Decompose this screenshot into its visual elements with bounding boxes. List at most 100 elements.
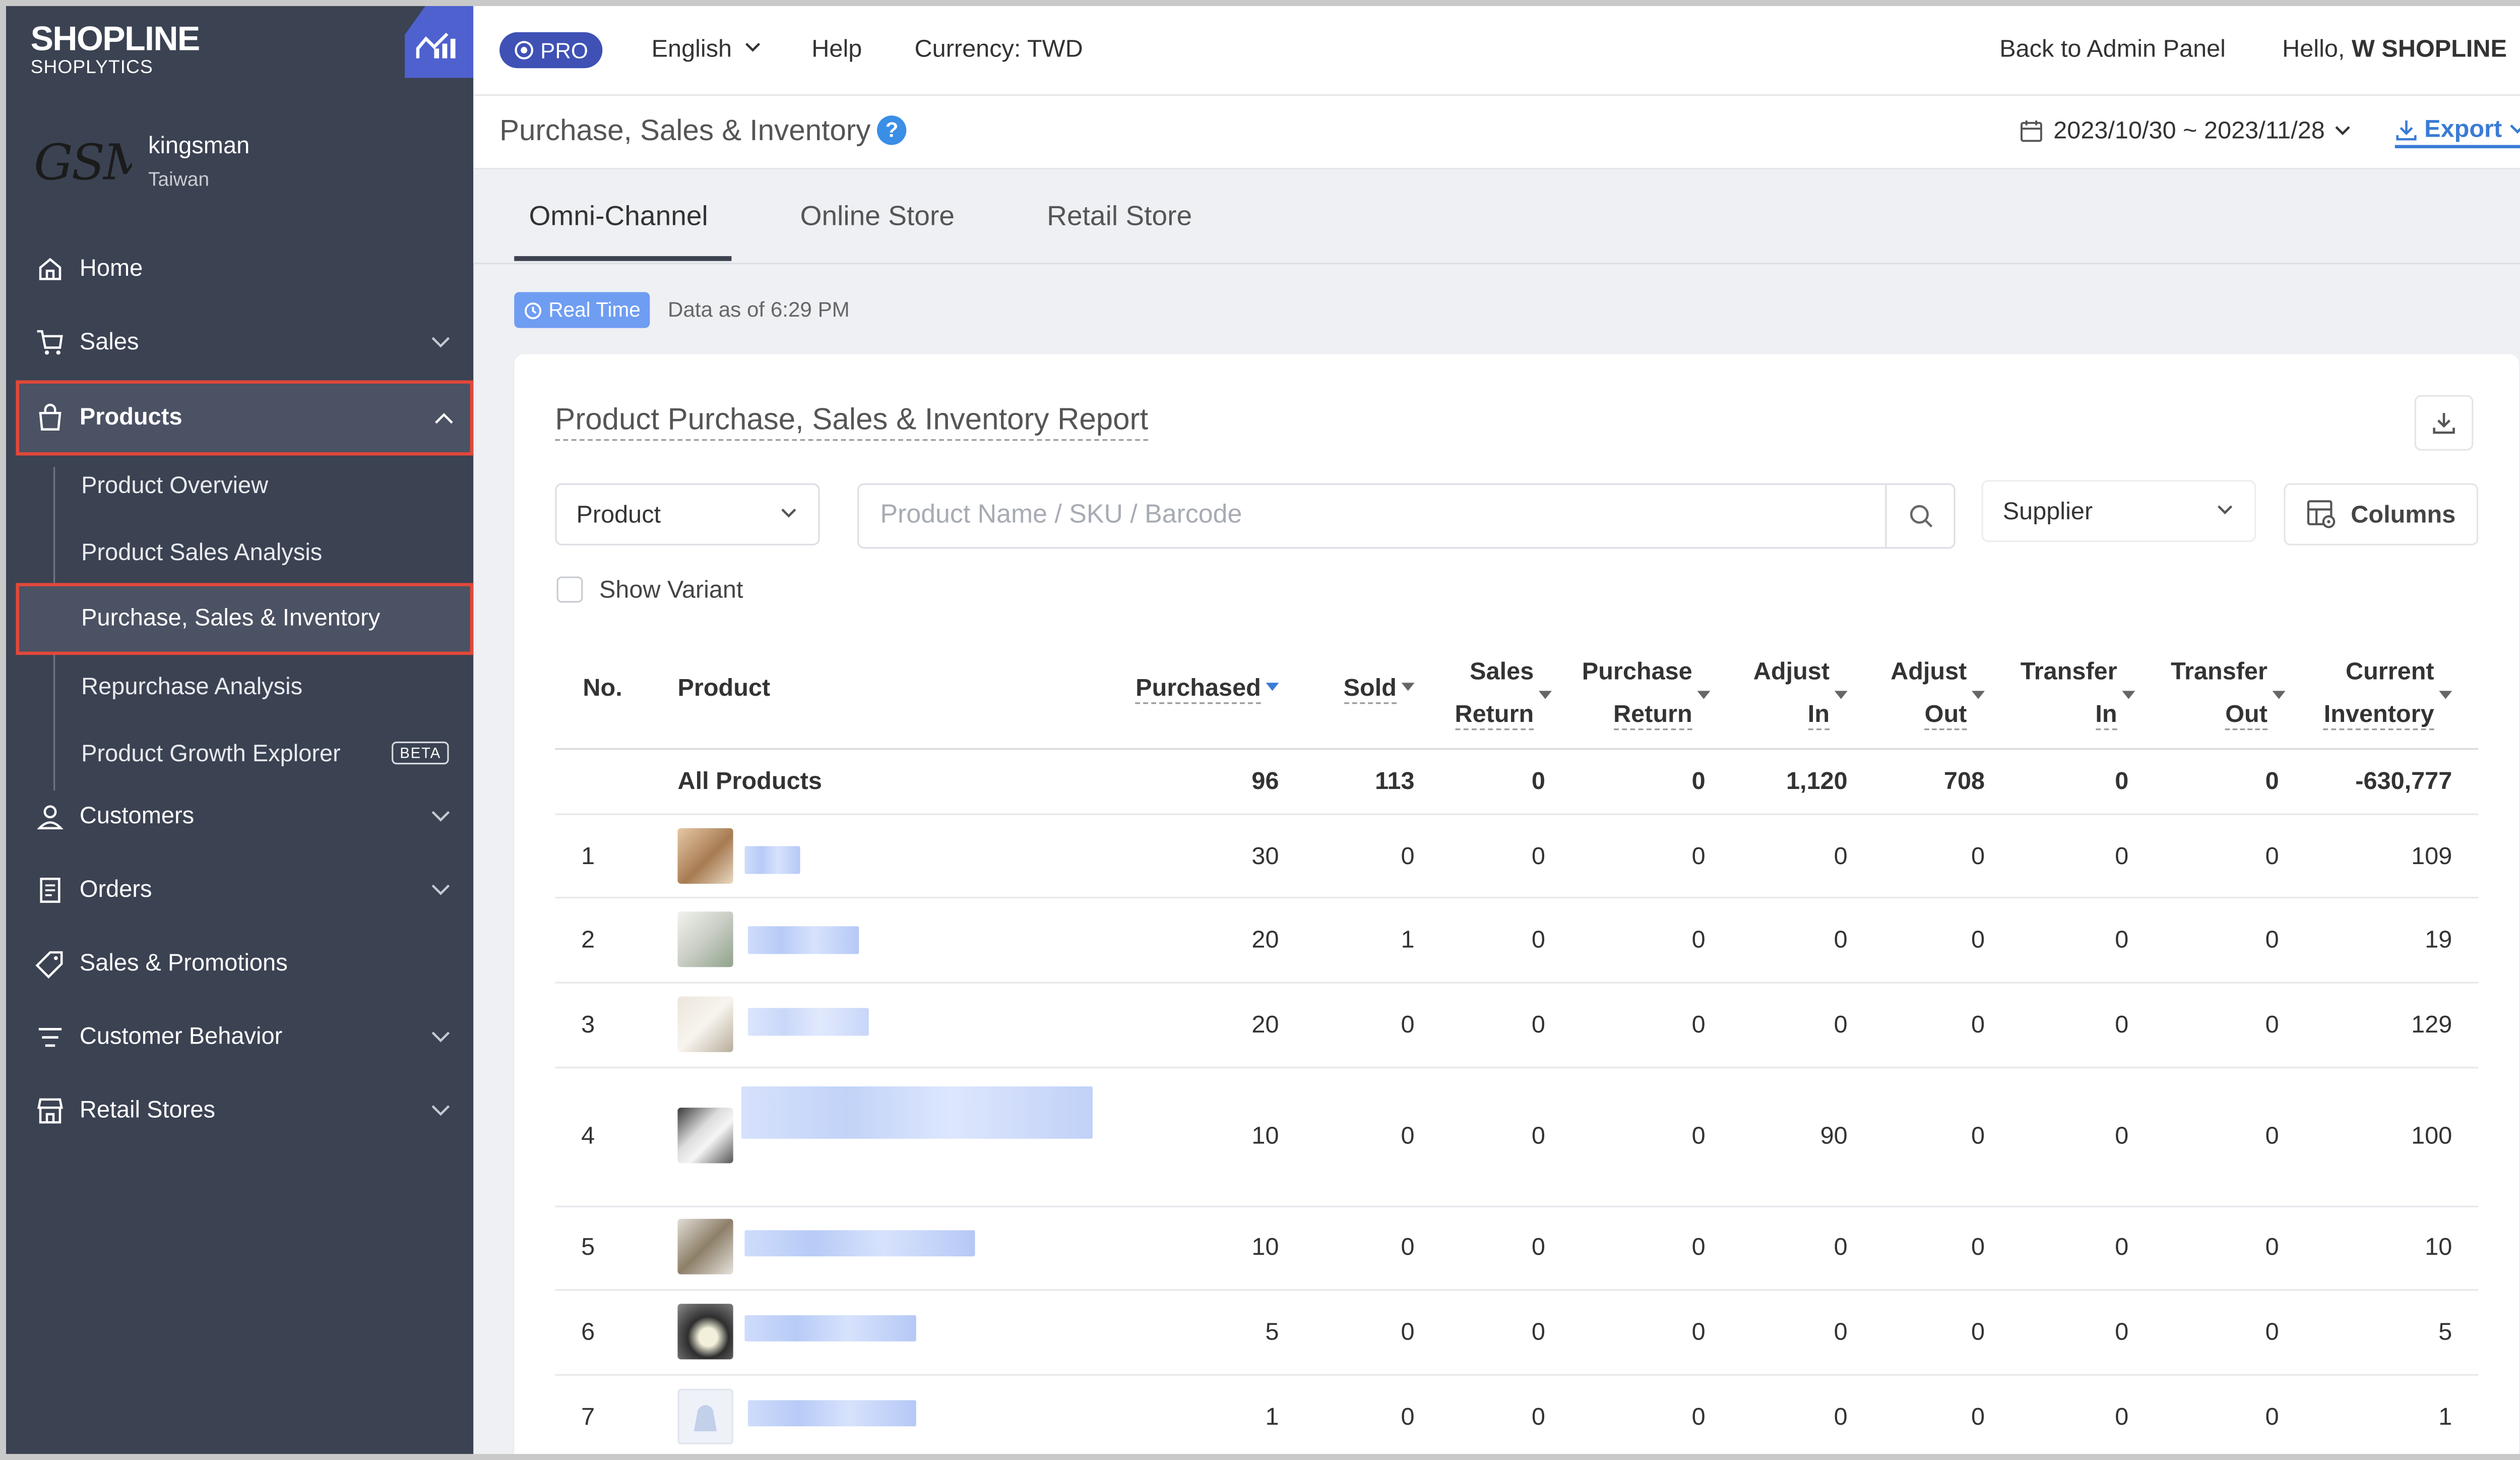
sold-value: 0 — [1401, 1403, 1415, 1432]
sidebar-item-customers[interactable]: Customers — [13, 781, 473, 853]
product-name-redacted[interactable] — [747, 1400, 916, 1427]
report-card: Product Purchase, Sales & Inventory Repo… — [514, 354, 2519, 1454]
row-divider — [555, 813, 2479, 815]
total-adjust-out: 708 — [1943, 767, 1985, 796]
col-header-label: Inventory — [2323, 700, 2434, 731]
sidebar-item-home[interactable]: Home — [13, 233, 473, 306]
col-header-transfer-out[interactable]: Transfer Out — [2171, 655, 2286, 734]
user-menu[interactable]: Hello, W SHOPLINE — [2282, 35, 2520, 63]
top-bar: PRO English Help Currency: TWD Back to A… — [473, 6, 2520, 96]
product-thumbnail — [677, 1388, 733, 1444]
product-name-redacted[interactable] — [747, 1008, 869, 1036]
sidebar-subitem-product-sales-analysis[interactable]: Product Sales Analysis — [13, 521, 473, 586]
download-report-button[interactable] — [2414, 395, 2474, 451]
page-header: Purchase, Sales & Inventory? 2023/10/30 … — [473, 96, 2520, 170]
pro-label: PRO — [540, 38, 589, 63]
transfer-out-value: 0 — [2265, 1122, 2279, 1150]
store-name: kingsman — [148, 133, 250, 160]
app-window: SHOPLINE SHOPLYTICS GSM kingsman Taiwan … — [0, 0, 2520, 1460]
sales-return-value: 0 — [1531, 1011, 1545, 1039]
store-region: Taiwan — [148, 167, 210, 191]
analytics-chart-icon[interactable] — [405, 6, 474, 78]
col-header-sales-return[interactable]: Sales Return — [1455, 655, 1552, 734]
product-name-redacted[interactable] — [744, 846, 800, 874]
product-name-redacted[interactable] — [744, 1230, 975, 1257]
sidebar-subitem-repurchase-analysis[interactable]: Repurchase Analysis — [13, 655, 473, 720]
sales-return-value: 0 — [1531, 1318, 1545, 1347]
col-header-purchased[interactable]: Purchased — [1136, 671, 1279, 707]
dimension-select[interactable]: Product — [555, 483, 820, 545]
sidebar-item-products[interactable]: Products — [16, 380, 474, 456]
tab-online-store[interactable]: Online Store — [800, 201, 955, 233]
transfer-out-value: 0 — [2265, 842, 2279, 871]
row-number: 2 — [581, 926, 595, 954]
product-name-redacted[interactable] — [744, 1315, 916, 1342]
tab-retail-store[interactable]: Retail Store — [1047, 201, 1192, 233]
adjust-in-value: 0 — [1834, 842, 1848, 871]
product-thumbnail — [677, 1219, 733, 1274]
shopline-logo[interactable]: SHOPLINE SHOPLYTICS — [31, 22, 201, 78]
sort-icon — [1697, 691, 1711, 699]
sidebar-subitem-label: Repurchase Analysis — [81, 674, 303, 701]
search-input[interactable]: Product Name / SKU / Barcode — [880, 501, 1242, 530]
col-header-label: Purchase — [1582, 658, 1692, 686]
col-header-adjust-out[interactable]: Adjust Out — [1891, 655, 1985, 734]
report-title: Product Purchase, Sales & Inventory Repo… — [555, 402, 1149, 441]
col-header-transfer-in[interactable]: Transfer In — [2021, 655, 2135, 734]
sidebar-item-sales[interactable]: Sales — [13, 307, 473, 379]
export-button[interactable]: Export — [2395, 115, 2520, 149]
sidebar-item-label: Home — [79, 256, 143, 282]
sidebar-item-sales-promotions[interactable]: Sales & Promotions — [13, 928, 473, 1000]
sidebar-subitem-product-overview[interactable]: Product Overview — [13, 454, 473, 519]
col-header-purchase-return[interactable]: Purchase Return — [1582, 655, 1711, 734]
sidebar-subitem-purchase-sales-inventory[interactable]: Purchase, Sales & Inventory — [16, 583, 474, 655]
transfer-in-value: 0 — [2115, 926, 2129, 954]
language-label: English — [651, 35, 732, 64]
cart-icon — [37, 330, 63, 355]
show-variant-label: Show Variant — [599, 576, 743, 604]
product-name-redacted[interactable] — [741, 1086, 1093, 1139]
document-icon — [40, 877, 60, 903]
date-range-picker[interactable]: 2023/10/30 ~ 2023/11/28 — [2019, 117, 2351, 145]
sidebar-item-customer-behavior[interactable]: Customer Behavior — [13, 1001, 473, 1073]
columns-button[interactable]: Columns — [2284, 483, 2479, 545]
col-header-label: In — [1807, 700, 1830, 731]
chevron-down-icon — [431, 1031, 450, 1043]
sold-value: 0 — [1401, 1318, 1415, 1347]
sidebar-item-label: Orders — [79, 877, 152, 903]
language-selector[interactable]: English — [652, 35, 762, 63]
search-button[interactable] — [1885, 484, 1954, 548]
beta-badge: BETA — [392, 741, 450, 765]
data-as-of-text: Data as of 6:29 PM — [668, 297, 850, 322]
tabs-divider — [473, 262, 2520, 265]
transfer-in-value: 0 — [2115, 1122, 2129, 1150]
channel-tabs: Omni-Channel Online Store Retail Store — [473, 169, 2520, 265]
row-number: 5 — [581, 1233, 595, 1261]
sidebar-item-orders[interactable]: Orders — [13, 855, 473, 927]
col-header-label: Transfer — [2170, 658, 2267, 686]
realtime-label: Real Time — [548, 298, 641, 322]
row-divider — [555, 1205, 2479, 1207]
help-icon[interactable]: ? — [877, 114, 907, 144]
purchased-value: 30 — [1251, 842, 1279, 871]
col-header-sold[interactable]: Sold — [1343, 671, 1415, 707]
back-to-admin-link[interactable]: Back to Admin Panel — [1999, 35, 2226, 63]
col-header-label: Return — [1613, 700, 1692, 731]
help-link[interactable]: Help — [811, 35, 862, 63]
total-sales-return: 0 — [1531, 767, 1545, 796]
store-icon — [37, 1098, 63, 1124]
chevron-down-icon — [431, 884, 450, 895]
show-variant-checkbox[interactable] — [556, 576, 583, 603]
pro-badge[interactable]: PRO — [499, 32, 603, 69]
supplier-select[interactable]: Supplier — [1981, 480, 2256, 542]
col-header-adjust-in[interactable]: Adjust In — [1753, 655, 1848, 734]
tab-omni-channel[interactable]: Omni-Channel — [529, 201, 708, 233]
total-transfer-in: 0 — [2115, 767, 2129, 796]
col-header-current-inventory[interactable]: Current Inventory — [2323, 655, 2452, 734]
current-inventory-value: 100 — [2411, 1122, 2452, 1150]
product-name-redacted[interactable] — [747, 926, 859, 954]
sidebar-item-retail-stores[interactable]: Retail Stores — [13, 1075, 473, 1147]
chevron-down-icon — [2218, 505, 2233, 515]
col-header-no: No. — [583, 674, 622, 703]
row-divider — [555, 982, 2479, 984]
